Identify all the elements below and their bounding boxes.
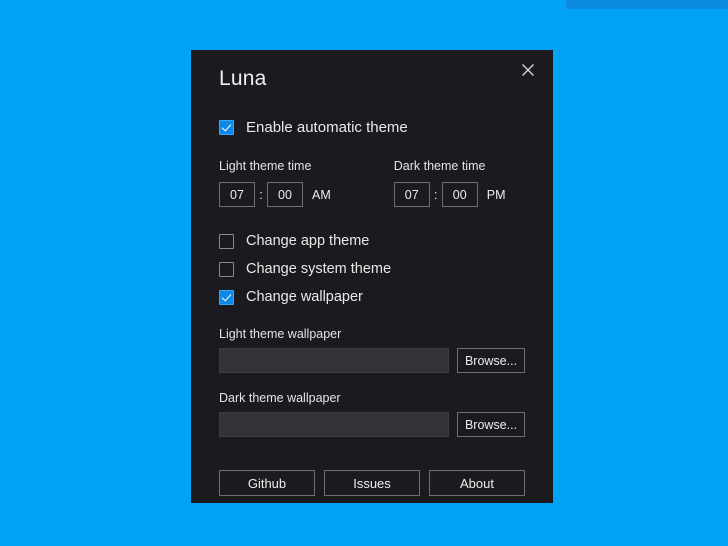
theme-options-group: Change app theme Change system theme Cha…: [219, 229, 525, 309]
light-theme-time-label: Light theme time: [219, 159, 312, 173]
footer-buttons: Github Issues About: [219, 470, 525, 496]
change-wallpaper-label: Change wallpaper: [246, 289, 363, 305]
change-wallpaper-checkbox[interactable]: [219, 289, 234, 305]
dark-theme-time-label: Dark theme time: [393, 159, 486, 173]
dark-theme-hour-input[interactable]: 07: [393, 182, 430, 207]
enable-automatic-theme-row[interactable]: Enable automatic theme: [219, 115, 525, 139]
about-button[interactable]: About: [429, 470, 525, 496]
light-wallpaper-browse-button[interactable]: Browse...: [457, 348, 525, 373]
issues-button[interactable]: Issues: [324, 470, 420, 496]
dark-theme-minute-input[interactable]: 00: [441, 182, 478, 207]
dark-theme-time-fields: 07 : 00 PM: [393, 182, 506, 207]
dialog-body: Enable automatic theme Light theme time …: [191, 115, 553, 496]
light-wallpaper-section: Light theme wallpaper Browse...: [219, 327, 525, 373]
change-app-theme-checkbox[interactable]: [219, 233, 234, 249]
light-wallpaper-label: Light theme wallpaper: [219, 327, 342, 341]
change-system-theme-checkbox[interactable]: [219, 261, 234, 277]
dark-theme-time-group: Dark theme time 07 : 00 PM: [393, 159, 506, 207]
light-theme-minute-input[interactable]: 00: [267, 182, 303, 207]
dialog-titlebar: Luna: [191, 50, 553, 96]
change-app-theme-row[interactable]: Change app theme: [219, 229, 525, 253]
github-button[interactable]: Github: [219, 470, 315, 496]
enable-automatic-theme-checkbox[interactable]: [219, 119, 234, 135]
dark-wallpaper-row: Browse...: [219, 412, 525, 437]
desktop-background: Luna Enable automatic theme Light theme …: [0, 0, 728, 546]
dark-wallpaper-browse-button[interactable]: Browse...: [457, 412, 525, 437]
dark-wallpaper-section: Dark theme wallpaper Browse...: [219, 391, 525, 437]
change-app-theme-label: Change app theme: [246, 233, 370, 249]
light-theme-time-fields: 07 : 00 AM: [219, 182, 331, 207]
change-system-theme-label: Change system theme: [246, 261, 392, 277]
light-wallpaper-input[interactable]: [219, 348, 449, 373]
luna-settings-dialog: Luna Enable automatic theme Light theme …: [191, 50, 553, 503]
dark-wallpaper-input[interactable]: [219, 412, 449, 437]
light-theme-hour-input[interactable]: 07: [219, 182, 255, 207]
dark-theme-time-separator: :: [434, 187, 438, 202]
background-window-edge: [566, 0, 728, 9]
page-title: Luna: [219, 67, 267, 90]
light-theme-time-separator: :: [259, 187, 263, 202]
light-wallpaper-row: Browse...: [219, 348, 525, 373]
change-system-theme-row[interactable]: Change system theme: [219, 257, 525, 281]
enable-automatic-theme-label: Enable automatic theme: [246, 118, 408, 136]
change-wallpaper-row[interactable]: Change wallpaper: [219, 285, 525, 309]
dark-wallpaper-label: Dark theme wallpaper: [219, 391, 341, 405]
theme-time-section: Light theme time 07 : 00 AM Dark theme t…: [219, 159, 525, 207]
light-theme-time-group: Light theme time 07 : 00 AM: [219, 159, 331, 207]
dark-theme-meridiem[interactable]: PM: [487, 188, 506, 202]
close-icon[interactable]: [511, 56, 545, 84]
light-theme-meridiem[interactable]: AM: [312, 188, 331, 202]
